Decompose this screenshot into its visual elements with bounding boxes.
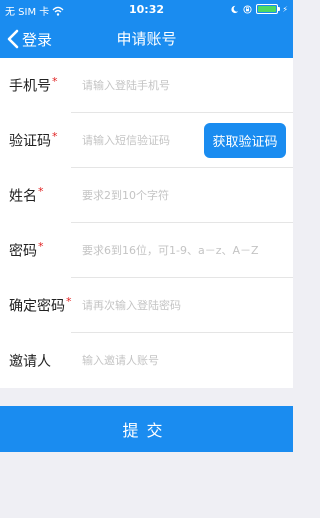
phone-input[interactable] <box>82 73 285 98</box>
inviter-label: 邀请人 <box>9 353 51 370</box>
required-mark: * <box>52 75 58 89</box>
required-mark: * <box>66 295 72 309</box>
get-code-button[interactable]: 获取验证码 <box>204 123 286 158</box>
back-label: 登录 <box>22 30 53 49</box>
status-bar: 无 SIM 卡 10:32 ⚡ <box>0 0 293 20</box>
code-label-text: 验证码 <box>9 133 51 150</box>
required-mark: * <box>52 130 58 144</box>
register-screen: 无 SIM 卡 10:32 ⚡ 申请账号 登录 手机号* 请输入登陆手机号 验证… <box>0 0 293 518</box>
code-row: 验证码* 获取验证码 <box>0 113 293 168</box>
battery-icon <box>256 4 281 14</box>
back-chevron-icon <box>7 29 19 49</box>
header: 无 SIM 卡 10:32 ⚡ 申请账号 登录 <box>0 0 293 58</box>
phone-label: 手机号* <box>9 75 58 96</box>
required-mark: * <box>38 185 44 199</box>
phone-label-text: 手机号 <box>9 78 51 95</box>
nav-bar: 申请账号 登录 <box>0 20 293 58</box>
name-label: 姓名* <box>9 185 44 206</box>
battery-fill <box>258 6 277 12</box>
name-label-text: 姓名 <box>9 188 37 205</box>
moon-icon <box>231 5 239 13</box>
name-input[interactable] <box>82 183 285 208</box>
code-input[interactable] <box>82 128 201 153</box>
register-form: 手机号* 验证码* 获取验证码 姓名* 密码* 确定密码* 邀请人 <box>0 58 293 388</box>
code-label: 验证码* <box>9 130 58 151</box>
required-mark: * <box>38 240 44 254</box>
password-label: 密码* <box>9 240 44 261</box>
charge-icon: ⚡ <box>282 4 288 14</box>
password-row: 密码* <box>0 223 293 278</box>
battery-cap <box>278 7 281 11</box>
inviter-row: 邀请人 <box>0 333 293 388</box>
lock-icon <box>243 4 252 14</box>
confirm-password-input[interactable] <box>82 293 285 318</box>
phone-row: 手机号* <box>0 58 293 113</box>
submit-button[interactable]: 提交 <box>0 406 293 452</box>
confirm-password-label-text: 确定密码 <box>9 298 65 315</box>
name-row: 姓名* <box>0 168 293 223</box>
confirm-password-row: 确定密码* <box>0 278 293 333</box>
password-input[interactable] <box>82 238 285 263</box>
inviter-input[interactable] <box>82 348 285 373</box>
status-right: ⚡ <box>230 4 288 14</box>
password-label-text: 密码 <box>9 243 37 260</box>
confirm-password-label: 确定密码* <box>9 295 72 316</box>
back-button[interactable]: 登录 <box>6 20 52 58</box>
